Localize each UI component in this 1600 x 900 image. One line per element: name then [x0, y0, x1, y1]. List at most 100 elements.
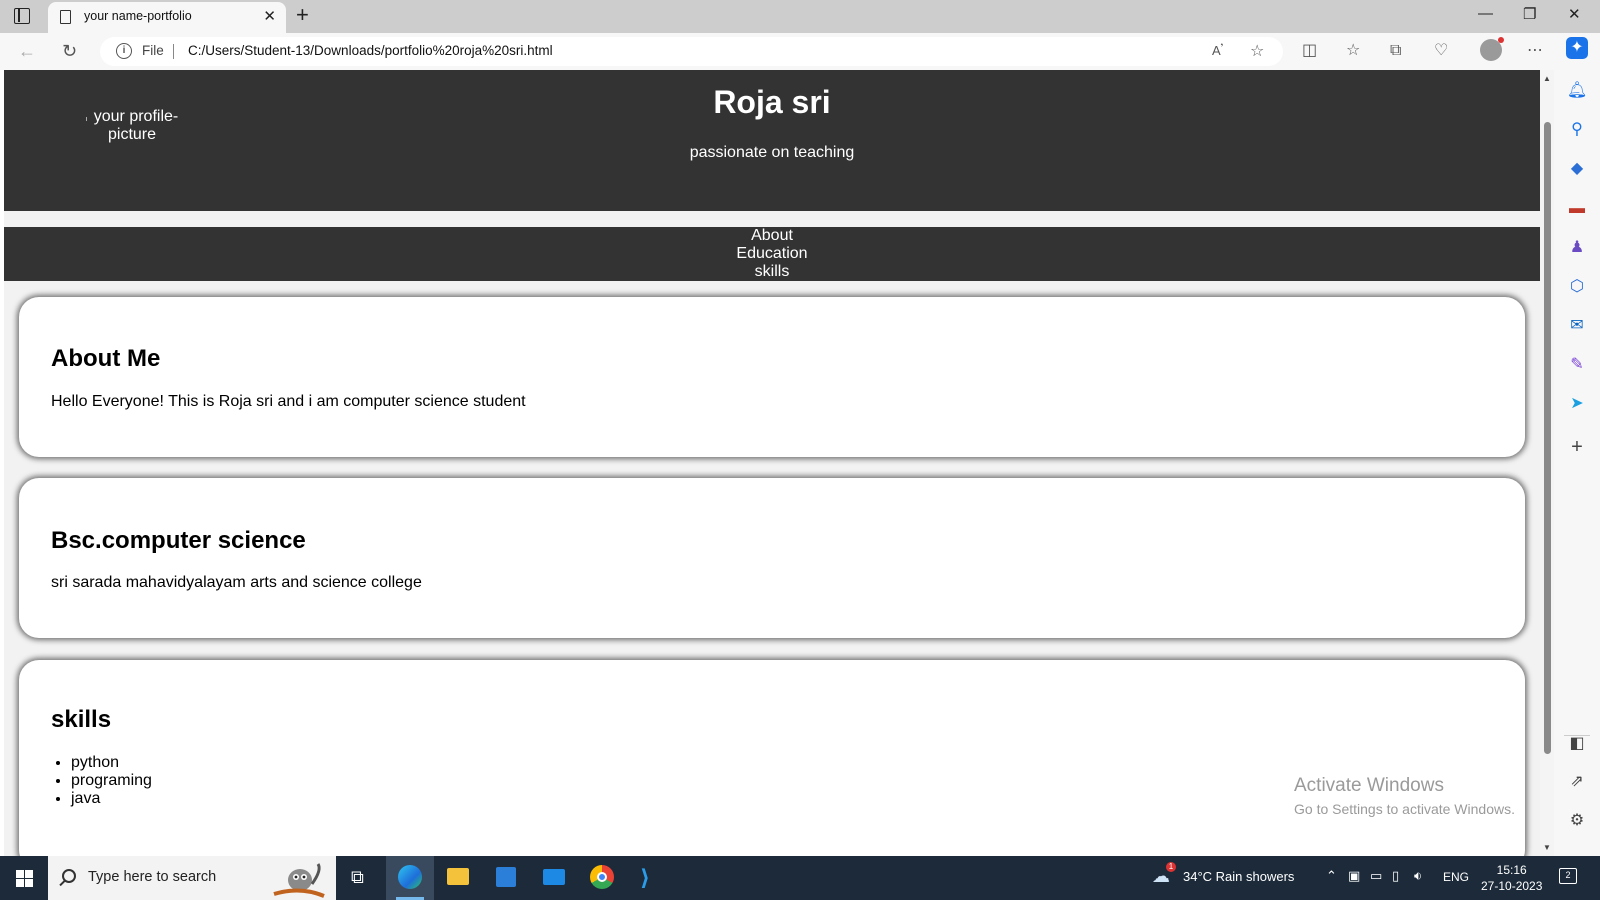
search-icon [62, 869, 76, 883]
site-title: Roja sri [713, 84, 831, 120]
meet-now-icon[interactable]: ▣ [1348, 868, 1360, 884]
language-indicator[interactable]: ENG [1443, 870, 1469, 884]
settings-gear-icon[interactable]: ⚙ [1566, 810, 1588, 832]
profile-avatar[interactable] [1480, 37, 1504, 61]
url-text[interactable]: C:/Users/Student-13/Downloads/portfolio%… [188, 43, 553, 58]
clock-date: 27-10-2023 [1481, 879, 1543, 893]
designer-icon[interactable]: ✎ [1566, 354, 1588, 376]
nav-link-skills[interactable]: skills [4, 263, 1540, 281]
scroll-thumb[interactable] [1544, 122, 1551, 754]
education-text: sri sarada mahavidyalayam arts and scien… [51, 574, 422, 591]
browser-tab[interactable]: your name-portfolio ✕ [48, 2, 286, 33]
search-placeholder: Type here to search [88, 869, 217, 885]
more-options-icon[interactable]: ⋯ [1527, 39, 1543, 63]
network-icon[interactable]: ▭ [1370, 868, 1382, 884]
volume-icon[interactable]: 🔉︎ [1414, 868, 1422, 884]
about-heading: About Me [51, 345, 161, 372]
page-icon [60, 10, 71, 24]
info-icon[interactable]: i [116, 43, 132, 59]
tools-icon[interactable]: ▬ [1566, 198, 1588, 220]
copilot-icon[interactable]: ✦ [1566, 37, 1588, 59]
weather-text[interactable]: 34°C Rain showers [1183, 869, 1294, 884]
scroll-down-icon[interactable]: ▼ [1543, 843, 1551, 852]
scroll-up-icon[interactable]: ▲ [1543, 74, 1551, 83]
chevron-up-icon[interactable]: ⌃ [1326, 868, 1337, 884]
divider [173, 44, 174, 59]
taskbar-store[interactable] [482, 856, 530, 900]
close-tab-icon[interactable]: ✕ [263, 7, 276, 25]
shopping-tag-icon[interactable]: ◆ [1566, 158, 1588, 180]
bell-icon[interactable]: 🔔︎ [1566, 80, 1588, 102]
add-sidebar-app-icon[interactable]: + [1566, 436, 1588, 458]
education-section: Bsc.computer science sri sarada mahavidy… [19, 478, 1525, 638]
activate-windows-watermark: Activate Windows Go to Settings to activ… [1294, 775, 1515, 817]
skills-heading: skills [51, 706, 112, 733]
taskbar-clock[interactable]: 15:16 27-10-2023 [1481, 862, 1542, 894]
clock-time: 15:16 [1496, 863, 1527, 877]
weather-badge: 1 [1166, 862, 1176, 872]
site-header: your profile-picture Roja sri passionate… [4, 70, 1540, 211]
task-view-icon: ⧉ [351, 867, 364, 887]
battery-icon[interactable]: ▯ [1392, 868, 1399, 884]
favorite-star-icon[interactable]: ☆ [1250, 41, 1264, 61]
watermark-title: Activate Windows [1294, 775, 1444, 796]
edge-sidebar: ✦ 🔔︎ ⚲ ◆ ▬ ♟ ⬡ ✉ ✎ ➤ + ◧ ⇗ ⚙ [1554, 33, 1600, 856]
edge-icon [398, 865, 422, 889]
outlook-icon[interactable]: ✉ [1566, 315, 1588, 337]
search-icon[interactable]: ⚲ [1566, 119, 1588, 141]
list-item: python [71, 754, 152, 772]
mail-icon [543, 869, 565, 885]
send-icon[interactable]: ➤ [1566, 393, 1588, 415]
store-icon [496, 867, 516, 887]
taskbar-vscode[interactable]: ⟩ [626, 856, 674, 900]
address-bar[interactable]: i File C:/Users/Student-13/Downloads/por… [100, 37, 1283, 66]
games-icon[interactable]: ♟ [1566, 237, 1588, 259]
page-scrollbar[interactable]: ▲ ▼ [1540, 70, 1554, 856]
microsoft-365-icon[interactable]: ⬡ [1566, 276, 1588, 298]
minimize-icon[interactable]: — [1478, 5, 1493, 22]
taskbar-file-explorer[interactable] [434, 856, 482, 900]
folder-icon [447, 868, 469, 885]
open-external-icon[interactable]: ⇗ [1566, 771, 1588, 793]
site-nav: About Education skills [4, 227, 1540, 281]
collections-icon[interactable]: ⧉ [1390, 39, 1401, 63]
windows-start-icon[interactable] [16, 870, 33, 887]
chrome-center [597, 872, 607, 882]
taskbar-chrome[interactable] [578, 856, 626, 900]
task-view-button[interactable]: ⧉ [336, 856, 384, 900]
windows-taskbar: Type here to search ⧉ ⟩ ☁ 1 34°C Rain sh… [0, 856, 1600, 900]
back-icon[interactable]: ← [18, 39, 36, 63]
page-viewport: your profile-picture Roja sri passionate… [4, 70, 1540, 856]
browser-tab-bar: your name-portfolio ✕ + — ❐ ✕ [0, 0, 1600, 33]
list-item: java [71, 790, 152, 808]
close-window-icon[interactable]: ✕ [1568, 5, 1581, 23]
new-tab-icon[interactable]: + [296, 3, 309, 27]
list-item: programing [71, 772, 152, 790]
favorites-icon[interactable]: ☆ [1346, 39, 1360, 63]
skills-section: skills python programing java [19, 660, 1525, 856]
vscode-icon: ⟩ [640, 865, 651, 890]
education-heading: Bsc.computer science [51, 527, 306, 554]
read-aloud-icon[interactable]: A𝄒 [1212, 43, 1223, 59]
tab-title: your name-portfolio [84, 9, 192, 23]
nav-link-education[interactable]: Education [4, 245, 1540, 263]
search-highlight-icon [273, 863, 325, 898]
refresh-icon[interactable]: ↻ [62, 39, 77, 63]
browser-toolbar: ← ↻ i File C:/Users/Student-13/Downloads… [0, 33, 1600, 70]
tab-actions-icon[interactable] [14, 8, 30, 24]
notification-count: 2 [1565, 870, 1571, 880]
split-screen-icon[interactable]: ◫ [1302, 39, 1317, 63]
skills-list: python programing java [71, 754, 152, 808]
notification-center-icon[interactable]: 2 [1559, 868, 1577, 884]
taskbar-edge[interactable] [386, 856, 434, 900]
file-label: File [142, 43, 164, 58]
browser-essentials-icon[interactable]: ♡ [1434, 39, 1448, 63]
hide-sidebar-icon[interactable]: ◧ [1566, 733, 1588, 755]
watermark-subtitle: Go to Settings to activate Windows. [1294, 801, 1515, 817]
nav-link-about[interactable]: About [4, 227, 1540, 245]
taskbar-search[interactable]: Type here to search [48, 856, 336, 900]
taskbar-mail[interactable] [530, 856, 578, 900]
about-section: About Me Hello Everyone! This is Roja sr… [19, 297, 1525, 457]
site-tagline: passionate on teaching [689, 144, 855, 161]
restore-icon[interactable]: ❐ [1523, 5, 1536, 23]
